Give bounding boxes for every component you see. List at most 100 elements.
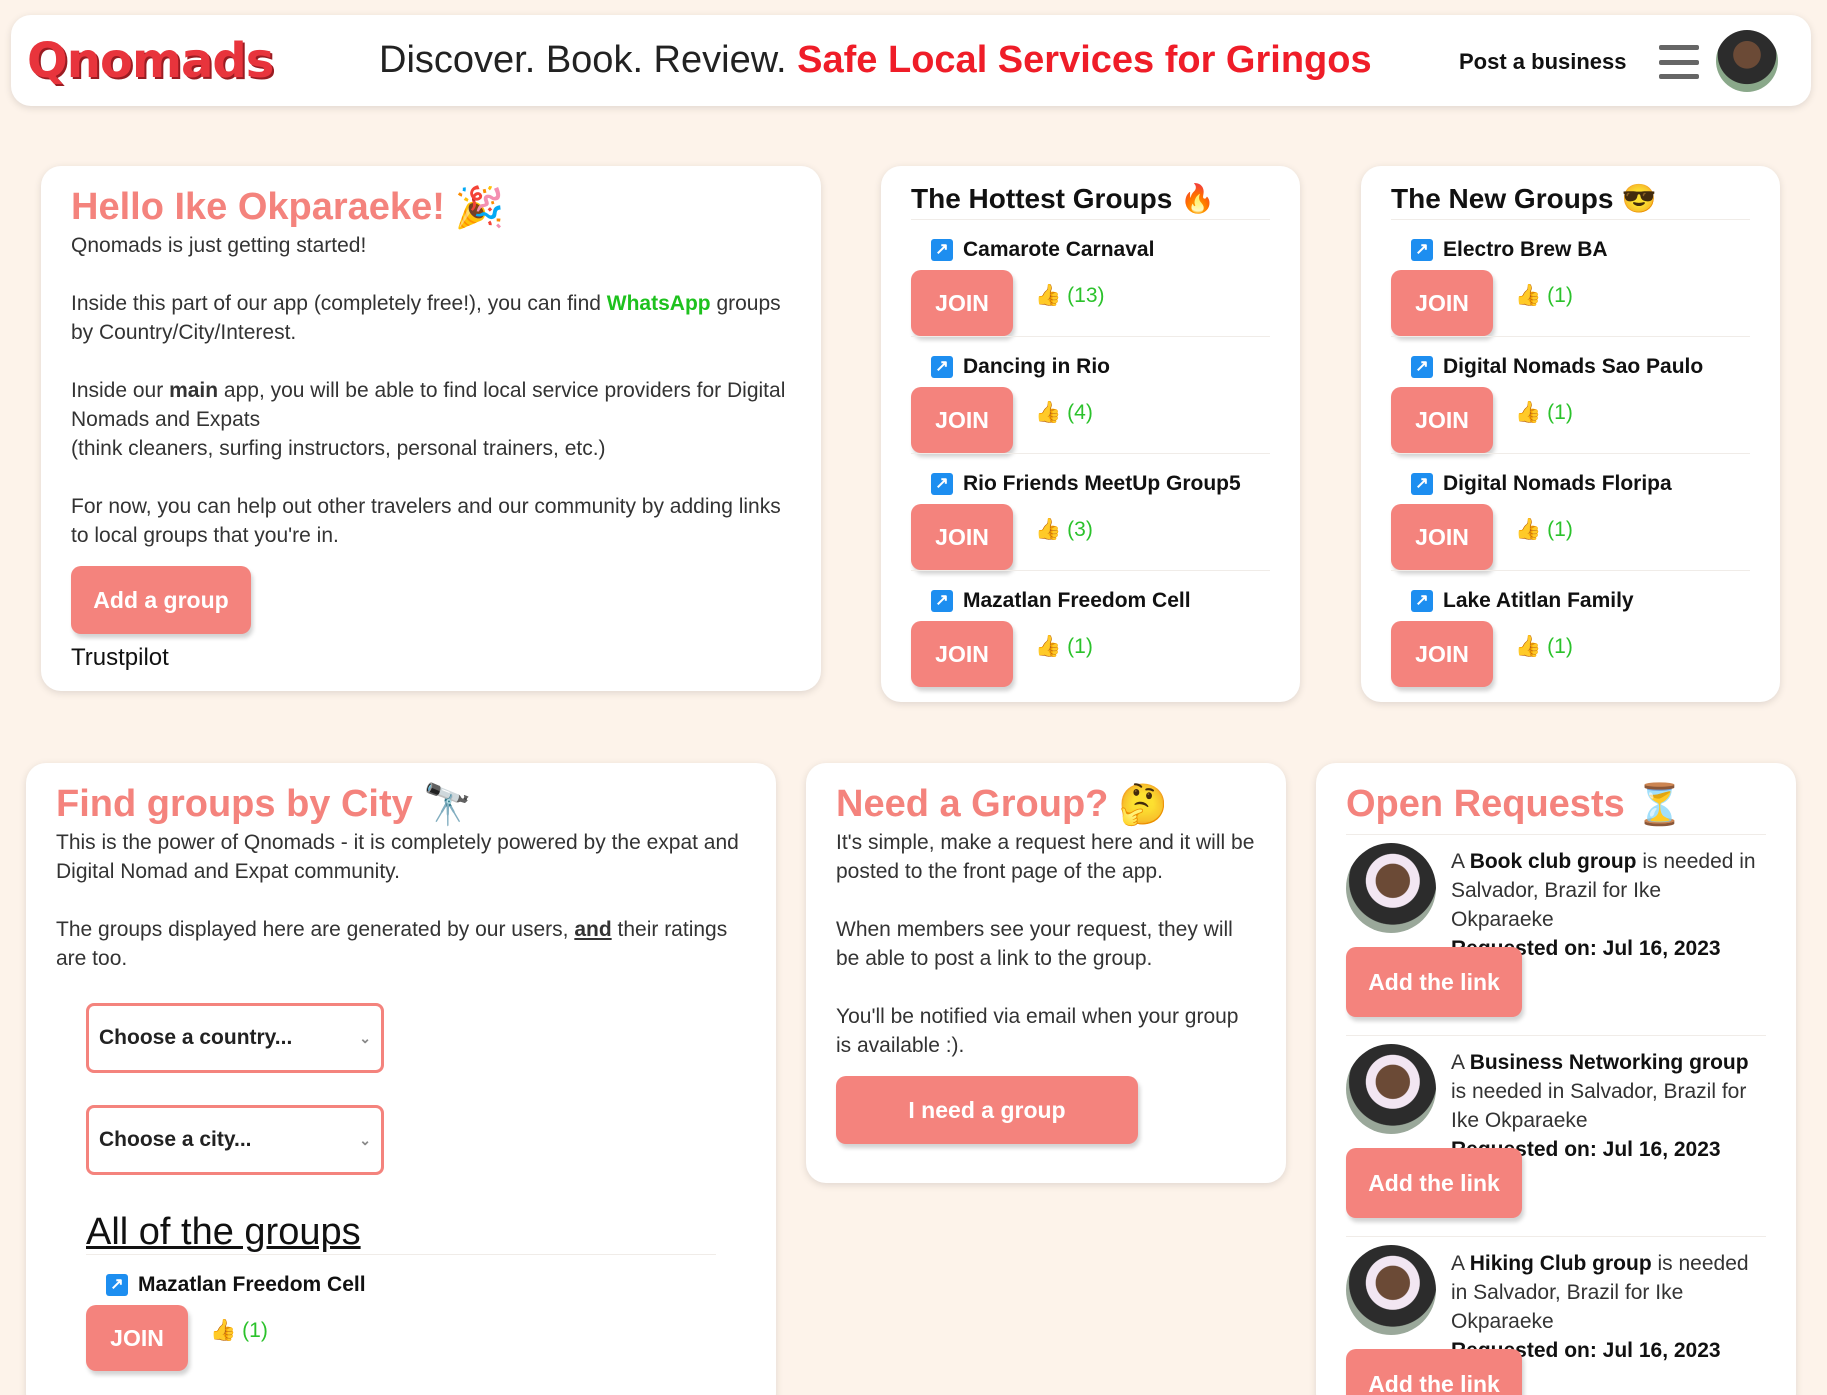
thumbs-up-icon[interactable]: 👍 (1035, 635, 1061, 659)
join-button[interactable]: JOIN (86, 1305, 188, 1371)
tagline: Discover. Book. Review. Safe Local Servi… (379, 39, 1372, 82)
qnomads-logo[interactable]: Qnomads (27, 33, 274, 89)
join-button[interactable]: JOIN (1391, 621, 1493, 687)
trustpilot-widget[interactable]: Trustpilot (71, 644, 791, 672)
thumbs-up-icon[interactable]: 👍 (1035, 518, 1061, 542)
join-button[interactable]: JOIN (1391, 387, 1493, 453)
thumbs-up-icon[interactable]: 👍 (1515, 635, 1541, 659)
add-link-button[interactable]: Add the link (1346, 1148, 1522, 1218)
thumbs-up-icon[interactable]: 👍 (210, 1319, 236, 1343)
new-groups-card: The New Groups 😎 ↗ Electro Brew BA JOIN 👍 (… (1361, 166, 1780, 702)
like-count: (1) (1547, 635, 1573, 658)
avatar (1346, 843, 1436, 933)
external-link-icon[interactable]: ↗ (1411, 239, 1433, 261)
group-name-link[interactable]: Mazatlan Freedom Cell (963, 589, 1191, 613)
avatar (1346, 1245, 1436, 1335)
welcome-para3: Inside our main app, you will be able to… (71, 379, 786, 460)
like-count: (13) (1067, 284, 1105, 307)
chevron-down-icon: ⌄ (359, 1029, 371, 1046)
avatar (1346, 1044, 1436, 1134)
add-link-button[interactable]: Add the link (1346, 1349, 1522, 1395)
list-item: ↗ Electro Brew BA JOIN 👍 (1) (1391, 219, 1750, 336)
menu-icon[interactable] (1659, 45, 1699, 79)
add-link-button[interactable]: Add the link (1346, 947, 1522, 1017)
request-item: A Hiking Club group is needed in Salvado… (1346, 1236, 1766, 1395)
list-item: ↗ Rio Friends MeetUp Group5 JOIN 👍 (3) (911, 453, 1270, 570)
welcome-title: Hello Ike Okparaeke! (71, 186, 445, 228)
thumbs-up-icon[interactable]: 👍 (1035, 401, 1061, 425)
group-name-link[interactable]: Digital Nomads Floripa (1443, 472, 1672, 496)
need-para2: When members see your request, they will… (836, 918, 1233, 970)
hourglass-icon: ⏳ (1634, 783, 1685, 827)
thumbs-up-icon[interactable]: 👍 (1515, 401, 1541, 425)
find-para2: The groups displayed here are generated … (56, 918, 728, 970)
post-business-link[interactable]: Post a business (1459, 49, 1627, 75)
like-count: (1) (1547, 518, 1573, 541)
whatsapp-link[interactable]: WhatsApp (607, 292, 711, 315)
external-link-icon[interactable]: ↗ (1411, 590, 1433, 612)
fire-icon: 🔥 (1180, 183, 1216, 214)
thumbs-up-icon[interactable]: 👍 (1515, 284, 1541, 308)
join-button[interactable]: JOIN (911, 504, 1013, 570)
external-link-icon[interactable]: ↗ (931, 356, 953, 378)
external-link-icon[interactable]: ↗ (931, 590, 953, 612)
tagline-plain: Discover. Book. Review. (379, 39, 787, 81)
request-item: A Book club group is needed in Salvador,… (1346, 834, 1766, 1035)
open-requests-card: Open Requests ⏳ A Book club group is nee… (1316, 763, 1796, 1395)
join-button[interactable]: JOIN (911, 621, 1013, 687)
add-group-button[interactable]: Add a group (71, 566, 251, 634)
need-group-card: Need a Group? 🤔 It's simple, make a requ… (806, 763, 1286, 1183)
group-name-link[interactable]: Electro Brew BA (1443, 238, 1608, 262)
group-name-link[interactable]: Camarote Carnaval (963, 238, 1154, 262)
list-item: ↗ Mazatlan Freedom Cell JOIN 👍 (1) (86, 1254, 716, 1371)
all-groups-link[interactable]: All of the groups (86, 1211, 361, 1254)
group-name-link[interactable]: Digital Nomads Sao Paulo (1443, 355, 1703, 379)
group-name-link[interactable]: Lake Atitlan Family (1443, 589, 1634, 613)
welcome-card: Hello Ike Okparaeke! 🎉 Qnomads is just g… (41, 166, 821, 691)
like-count: (1) (1067, 635, 1093, 658)
like-count: (3) (1067, 518, 1093, 541)
need-para1: It's simple, make a request here and it … (836, 831, 1255, 883)
list-item: ↗ Dancing in Rio JOIN 👍 (4) (911, 336, 1270, 453)
join-button[interactable]: JOIN (911, 387, 1013, 453)
thumbs-up-icon[interactable]: 👍 (1035, 284, 1061, 308)
external-link-icon[interactable]: ↗ (106, 1274, 128, 1296)
country-select[interactable]: Choose a country... ⌄ (86, 1003, 384, 1073)
new-groups-title: The New Groups (1391, 182, 1614, 214)
join-button[interactable]: JOIN (1391, 504, 1493, 570)
like-count: (1) (1547, 284, 1573, 307)
join-button[interactable]: JOIN (1391, 270, 1493, 336)
request-text: A Book club group is needed in Salvador,… (1451, 850, 1756, 960)
city-select[interactable]: Choose a city... ⌄ (86, 1105, 384, 1175)
group-name-link[interactable]: Rio Friends MeetUp Group5 (963, 472, 1241, 496)
user-avatar[interactable] (1716, 30, 1778, 92)
list-item: ↗ Lake Atitlan Family JOIN 👍 (1) (1391, 570, 1750, 687)
request-text: A Hiking Club group is needed in Salvado… (1451, 1252, 1749, 1362)
external-link-icon[interactable]: ↗ (931, 473, 953, 495)
external-link-icon[interactable]: ↗ (1411, 356, 1433, 378)
find-groups-card: Find groups by City 🔭 This is the power … (26, 763, 776, 1395)
need-para3: You'll be notified via email when your g… (836, 1005, 1239, 1057)
external-link-icon[interactable]: ↗ (931, 239, 953, 261)
join-button[interactable]: JOIN (911, 270, 1013, 336)
request-item: A Business Networking group is needed in… (1346, 1035, 1766, 1236)
tagline-accent: Safe Local Services for Gringos (797, 39, 1372, 81)
need-group-title: Need a Group? (836, 783, 1109, 825)
party-popper-icon: 🎉 (454, 186, 505, 230)
open-requests-title: Open Requests (1346, 783, 1625, 825)
hottest-groups-title: The Hottest Groups (911, 182, 1173, 214)
list-item: ↗ Digital Nomads Floripa JOIN 👍 (1) (1391, 453, 1750, 570)
i-need-group-button[interactable]: I need a group (836, 1076, 1138, 1144)
thumbs-up-icon[interactable]: 👍 (1515, 518, 1541, 542)
find-para1: This is the power of Qnomads - it is com… (56, 831, 739, 883)
like-count: (4) (1067, 401, 1093, 424)
welcome-para2: Inside this part of our app (completely … (71, 292, 781, 344)
external-link-icon[interactable]: ↗ (1411, 473, 1433, 495)
request-text: A Business Networking group is needed in… (1451, 1051, 1749, 1161)
hottest-groups-card: The Hottest Groups 🔥 ↗ Camarote Carnaval J… (881, 166, 1300, 702)
telescope-icon: 🔭 (422, 783, 473, 827)
group-name-link[interactable]: Mazatlan Freedom Cell (138, 1273, 366, 1297)
like-count: (1) (1547, 401, 1573, 424)
group-name-link[interactable]: Dancing in Rio (963, 355, 1110, 379)
welcome-para4: For now, you can help out other traveler… (71, 495, 781, 547)
